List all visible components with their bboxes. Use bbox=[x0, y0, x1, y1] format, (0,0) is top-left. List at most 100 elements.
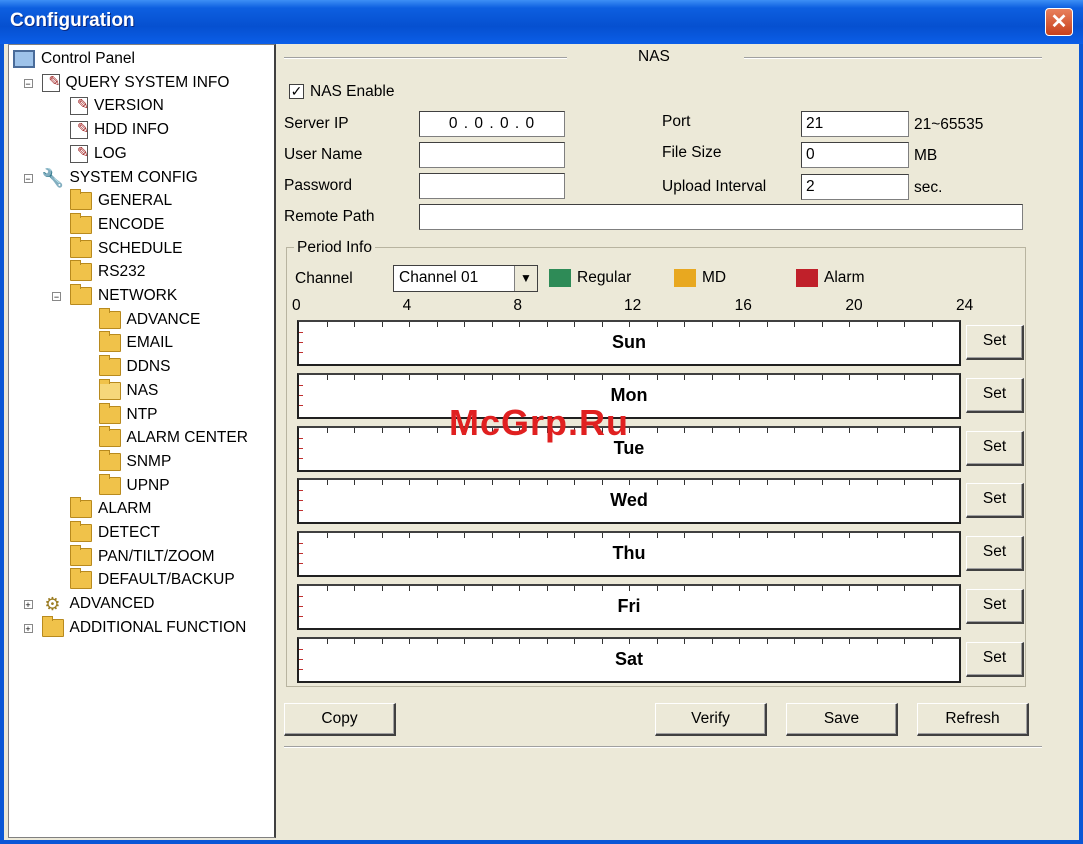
tree-item-label: ADVANCED bbox=[69, 595, 155, 613]
set-button-sun[interactable]: Set bbox=[966, 325, 1024, 360]
tree-item-query-system-info[interactable]: QUERY SYSTEM INFO bbox=[41, 72, 229, 94]
password-label: Password bbox=[284, 177, 353, 194]
close-button[interactable]: ✕ bbox=[1045, 8, 1073, 36]
day-timeline-wed[interactable]: Wed bbox=[297, 478, 961, 525]
set-button-sat[interactable]: Set bbox=[966, 641, 1024, 677]
hour-tick bbox=[876, 533, 878, 539]
hour-tick bbox=[849, 586, 850, 591]
file-size-field[interactable]: 0 bbox=[801, 142, 909, 168]
tree-item-additional-function[interactable]: ADDITIONAL FUNCTION bbox=[41, 615, 246, 639]
hour-tick bbox=[354, 638, 355, 644]
tree-item-version[interactable]: VERSION bbox=[70, 95, 164, 117]
collapse-icon[interactable]: − bbox=[23, 173, 33, 183]
verify-button[interactable]: Verify bbox=[655, 703, 767, 736]
tree-item-encode[interactable]: ENCODE bbox=[70, 212, 164, 236]
hour-tick bbox=[766, 586, 768, 591]
hour-tick-label: 8 bbox=[513, 297, 522, 314]
folder-icon bbox=[98, 307, 121, 329]
tree-item-log[interactable]: LOG bbox=[70, 143, 127, 165]
tree-item-pan-tilt-zoom[interactable]: PAN/TILT/ZOOM bbox=[70, 544, 215, 568]
day-timeline-sun[interactable]: Sun bbox=[297, 320, 961, 366]
day-timeline-sat[interactable]: Sat bbox=[297, 636, 961, 683]
server-ip-field[interactable]: 0 . 0 . 0 . 0 bbox=[419, 111, 565, 137]
tree-item-label: LOG bbox=[94, 144, 127, 162]
user-name-field[interactable] bbox=[419, 142, 565, 168]
user-name-label: User Name bbox=[284, 146, 363, 163]
hour-tick bbox=[326, 427, 328, 433]
tree-item-alarm-center[interactable]: ALARM CENTER bbox=[98, 426, 248, 449]
hour-tick bbox=[491, 533, 493, 539]
hour-tick bbox=[629, 586, 630, 591]
tree-item-advance[interactable]: ADVANCE bbox=[98, 307, 200, 331]
tree-item-ntp[interactable]: NTP bbox=[98, 402, 158, 426]
legend-swatch-md bbox=[674, 269, 696, 287]
collapse-icon[interactable]: − bbox=[52, 292, 61, 302]
set-button-tue[interactable]: Set bbox=[966, 430, 1024, 466]
set-button-mon[interactable]: Set bbox=[966, 377, 1024, 413]
refresh-button[interactable]: Refresh bbox=[917, 703, 1029, 736]
remote-path-field[interactable] bbox=[419, 204, 1023, 230]
tree-item-nas[interactable]: NAS bbox=[98, 378, 158, 402]
nas-enable-checkbox[interactable]: ✓ bbox=[289, 84, 304, 99]
hour-tick-label: 20 bbox=[845, 297, 863, 314]
tree-item-detect[interactable]: DETECT bbox=[70, 521, 160, 544]
set-button-fri[interactable]: Set bbox=[966, 589, 1024, 624]
chevron-down-icon[interactable]: ▼ bbox=[514, 266, 537, 291]
tree-item-network[interactable]: NETWORK bbox=[70, 284, 177, 307]
hour-tick bbox=[876, 586, 878, 591]
collapse-icon[interactable]: − bbox=[23, 78, 33, 88]
set-button-thu[interactable]: Set bbox=[966, 536, 1024, 572]
upload-interval-field[interactable]: 2 bbox=[801, 174, 909, 200]
hour-tick bbox=[546, 480, 548, 486]
tree-item-rs232[interactable]: RS232 bbox=[70, 260, 145, 283]
hour-tick bbox=[849, 374, 850, 380]
copy-button[interactable]: Copy bbox=[284, 703, 396, 736]
hour-tick bbox=[546, 533, 548, 539]
hour-tick bbox=[436, 586, 438, 591]
hour-tick bbox=[519, 533, 520, 539]
tree-item-system-config[interactable]: 🔧 SYSTEM CONFIG bbox=[42, 167, 198, 189]
tree-item-control-panel[interactable]: Control Panel bbox=[13, 48, 135, 70]
day-timeline-fri[interactable]: Fri bbox=[297, 584, 961, 630]
tree-item-snmp[interactable]: SNMP bbox=[98, 449, 171, 473]
hour-tick bbox=[711, 427, 713, 433]
hour-tick bbox=[656, 480, 658, 486]
hour-tick bbox=[876, 638, 878, 644]
tree-item-schedule[interactable]: SCHEDULE bbox=[70, 236, 183, 260]
day-timeline-thu[interactable]: Thu bbox=[297, 531, 961, 578]
tree-item-general[interactable]: GENERAL bbox=[70, 189, 172, 212]
hour-tick bbox=[464, 480, 465, 486]
port-field[interactable]: 21 bbox=[801, 111, 909, 137]
tree-item-advanced[interactable]: ⚙ ADVANCED bbox=[42, 593, 155, 615]
expand-icon[interactable]: + bbox=[23, 600, 33, 610]
hour-tick bbox=[629, 533, 630, 539]
hour-tick bbox=[904, 533, 905, 539]
save-button[interactable]: Save bbox=[786, 703, 898, 736]
hour-tick bbox=[464, 374, 465, 380]
tree-item-default-backup[interactable]: DEFAULT/BACKUP bbox=[70, 568, 235, 591]
channel-select[interactable]: Channel 01 ▼ bbox=[393, 265, 538, 292]
hour-tick bbox=[821, 638, 823, 644]
tree-item-hdd-info[interactable]: HDD INFO bbox=[70, 119, 169, 141]
doc-icon bbox=[70, 120, 89, 140]
legend-swatch-regular bbox=[549, 269, 571, 287]
file-size-label: File Size bbox=[662, 144, 722, 161]
hour-tick bbox=[601, 638, 603, 644]
hour-tick bbox=[684, 480, 685, 486]
password-field[interactable] bbox=[419, 173, 565, 199]
hour-tick bbox=[711, 638, 713, 644]
expand-icon[interactable]: + bbox=[23, 623, 33, 633]
hour-tick bbox=[409, 586, 410, 591]
tree-item-label: SCHEDULE bbox=[98, 239, 183, 257]
tree-item-label: ALARM bbox=[98, 500, 152, 518]
title-bar[interactable]: Configuration ✕ bbox=[0, 0, 1083, 44]
tree-item-alarm[interactable]: ALARM bbox=[70, 497, 152, 520]
hour-tick-label: 24 bbox=[956, 297, 974, 314]
tree-item-upnp[interactable]: UPNP bbox=[98, 473, 170, 497]
hour-tick bbox=[766, 533, 768, 539]
legend-label-alarm: Alarm bbox=[824, 269, 865, 286]
tree-item-ddns[interactable]: DDNS bbox=[98, 355, 170, 378]
tree-item-email[interactable]: EMAIL bbox=[98, 331, 173, 354]
set-button-wed[interactable]: Set bbox=[966, 483, 1024, 519]
legend-swatch-alarm bbox=[796, 269, 818, 287]
